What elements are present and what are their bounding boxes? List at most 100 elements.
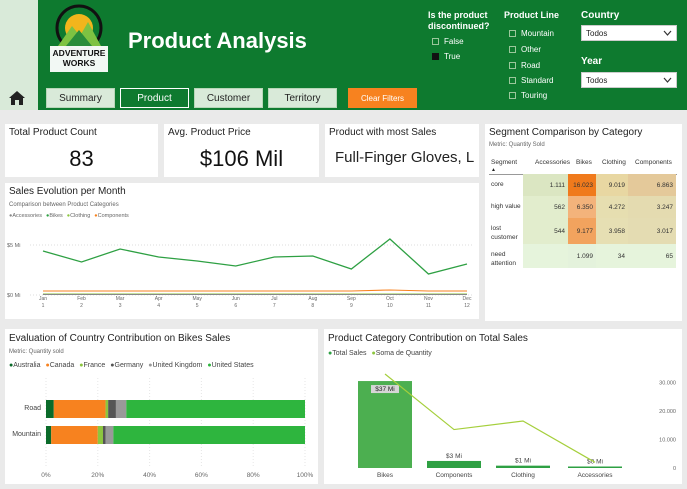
category-contribution-chart: 30.000 20.000 10.000 0 $37 Mi Bikes $3 Mi Compo… xyxy=(358,373,676,479)
bar-segment-france xyxy=(97,426,103,444)
product-line-filter-label: Product Line xyxy=(504,10,560,20)
card-title: Evaluation of Country Contribution on Bi… xyxy=(9,333,231,344)
x-tick-label: 40% xyxy=(143,472,156,479)
adventure-works-logo: ADVENTURE WORKS xyxy=(38,0,120,80)
matrix-row-label: core xyxy=(491,181,504,188)
year-filter-label: Year xyxy=(581,56,603,67)
country-filter-label: Country xyxy=(581,10,620,21)
matrix-cell: 3.958 xyxy=(596,218,628,244)
x-tick-sublabel: 11 xyxy=(426,303,431,309)
clear-filters-button[interactable]: Clear Filters xyxy=(348,88,417,108)
kpi-title: Avg. Product Price xyxy=(168,127,251,138)
bar-segment-canada xyxy=(53,400,106,418)
sort-asc-icon[interactable]: ▲ xyxy=(491,167,496,173)
checkbox-true[interactable] xyxy=(432,53,439,60)
x-tick-label: 80% xyxy=(247,472,260,479)
card-title: Product Category Contribution on Total S… xyxy=(328,333,528,344)
chart-legend: ●Total Sales ●Soma de Quantity xyxy=(328,350,432,357)
legend-item: ●Total Sales xyxy=(328,350,367,357)
product-line-option-mountain[interactable]: Mountain xyxy=(509,25,554,41)
matrix-col-header: Segment xyxy=(491,159,518,166)
legend-item: ●France xyxy=(79,362,106,369)
tab-product[interactable]: Product xyxy=(120,88,189,108)
country-contribution-chart: Road Mountain 0% 20% 40% 60% 80% 100% xyxy=(12,378,314,479)
legend-item: ●United Kingdom xyxy=(148,362,203,369)
matrix-cell: 65 xyxy=(628,244,676,268)
x-tick-label: 100% xyxy=(297,472,314,479)
y-category-label: Mountain xyxy=(12,431,41,438)
matrix-row-label: high value xyxy=(491,203,521,210)
discontinued-option-true[interactable]: True xyxy=(432,52,460,61)
checkbox[interactable] xyxy=(509,77,516,84)
x-category-label: Accessories xyxy=(577,472,613,479)
year-select[interactable]: Todos xyxy=(581,72,677,88)
country-select[interactable]: Todos xyxy=(581,25,677,41)
x-tick-label: Dec xyxy=(463,296,472,302)
x-tick-label: Apr xyxy=(155,296,163,302)
card-title: Sales Evolution per Month xyxy=(9,186,126,197)
legend-item: ●Canada xyxy=(45,362,75,369)
checkbox[interactable] xyxy=(509,29,516,37)
x-category-label: Bikes xyxy=(377,472,394,479)
x-tick-sublabel: 2 xyxy=(80,303,83,309)
chevron-down-icon xyxy=(663,29,672,38)
segment-comparison-card: Segment Comparison by Category Metric: Q… xyxy=(485,124,682,321)
legend-item: ●Components xyxy=(94,213,129,219)
bar-segment-united-kingdom xyxy=(105,426,114,444)
home-icon[interactable] xyxy=(6,88,28,108)
bar-segment-australia xyxy=(46,400,54,418)
series-line-components xyxy=(43,289,467,292)
discontinued-option-false[interactable]: False xyxy=(432,37,464,46)
chart-legend: ●Accessories ●Bikes ●Clothing ●Component… xyxy=(9,213,129,219)
bar-segment-united-states xyxy=(113,426,305,444)
bar-segment-australia xyxy=(46,426,52,444)
bar-clothing xyxy=(496,465,550,468)
x-category-label: Components xyxy=(436,472,474,479)
kpi-value: Full-Finger Gloves, L xyxy=(335,149,475,166)
series-line-soma-de-quantity xyxy=(384,373,596,463)
product-line-option-road[interactable]: Road xyxy=(509,57,554,73)
x-category-label: Clothing xyxy=(511,472,535,479)
checkbox[interactable] xyxy=(509,92,516,99)
matrix-cell: 16.023 xyxy=(568,174,596,196)
product-line-option-touring[interactable]: Touring xyxy=(509,88,554,103)
checkbox[interactable] xyxy=(509,45,516,53)
matrix-cell: 1.099 xyxy=(568,244,596,268)
x-tick-sublabel: 3 xyxy=(119,303,122,309)
kpi-card-avg-price: Avg. Product Price $106 Mil xyxy=(164,124,319,177)
legend-item: ●Clothing xyxy=(66,213,91,219)
data-label: $3 Mi xyxy=(446,453,462,460)
tab-summary[interactable]: Summary xyxy=(46,88,115,108)
kpi-card-top-product: Product with most Sales Full-Finger Glov… xyxy=(325,124,479,177)
matrix-col-header: Accessories xyxy=(535,159,571,166)
legend-item: ●Accessories xyxy=(9,213,42,219)
sales-evolution-chart: $5 Mi $0 Mi Jan1 Feb2 Mar3 Apr4 May5 Jun6 Jul7 Au… xyxy=(7,238,473,309)
product-line-option-standard[interactable]: Standard xyxy=(509,73,554,88)
y2-tick-label: 20.000 xyxy=(659,409,676,415)
matrix-row-label: lost customer xyxy=(491,225,518,241)
x-tick-sublabel: 10 xyxy=(387,303,393,309)
bar-components xyxy=(427,460,481,468)
product-line-option-other[interactable]: Other xyxy=(509,41,554,57)
x-tick-sublabel: 7 xyxy=(273,303,276,309)
kpi-value: $106 Mil xyxy=(199,146,284,171)
checkbox-false[interactable] xyxy=(432,38,439,45)
matrix-cell: 562 xyxy=(523,196,568,218)
bar-segment-canada xyxy=(51,426,98,444)
checkbox[interactable] xyxy=(509,61,516,69)
legend-item: ●Bikes xyxy=(45,213,63,219)
tab-territory[interactable]: Territory xyxy=(268,88,337,108)
data-label: $1 Mi xyxy=(515,458,531,465)
sales-evolution-card: Sales Evolution per Month Comparison bet… xyxy=(5,183,479,319)
x-tick-sublabel: 6 xyxy=(234,303,237,309)
x-tick-label: May xyxy=(192,296,202,302)
matrix-col-header: Bikes xyxy=(576,159,592,166)
x-tick-label: Aug xyxy=(308,296,317,302)
bar-accessories xyxy=(568,466,622,468)
matrix-cell xyxy=(523,244,568,268)
tab-customer[interactable]: Customer xyxy=(194,88,263,108)
bar-segment-united-states xyxy=(126,400,305,418)
x-tick-sublabel: 5 xyxy=(196,303,199,309)
x-tick-sublabel: 12 xyxy=(464,303,470,309)
chevron-down-icon xyxy=(663,76,672,85)
